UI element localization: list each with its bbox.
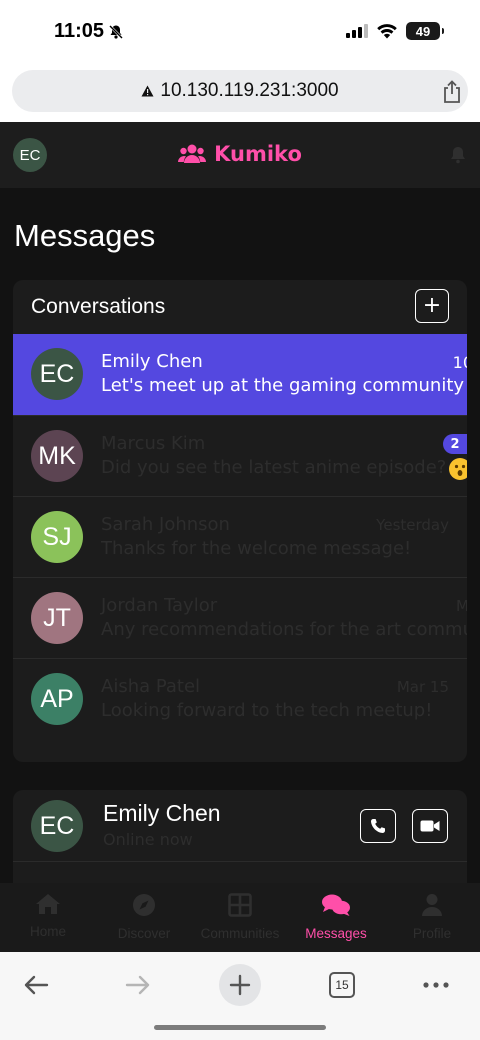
chat-contact-name: Emily Chen [103,800,221,826]
home-indicator [154,1025,326,1030]
conversation-preview: Thanks for the welcome message! [101,538,412,559]
conversation-name: Emily Chen [101,351,203,372]
conversation-name: Marcus Kim [101,433,206,454]
status-time: 11:05 [54,20,124,43]
nav-label: Home [29,924,66,939]
warning-icon [141,85,154,97]
video-camera-icon [420,820,440,832]
address-bar[interactable]: 10.130.119.231:3000 [12,70,468,112]
ellipsis-icon [423,982,449,988]
share-icon [444,80,460,103]
new-conversation-button[interactable]: + [415,289,449,323]
conversation-preview: Any recommendations for the art communit… [101,619,467,640]
unread-badge: 2 [443,434,467,454]
avatar: EC [31,348,83,400]
surprised-emoji-icon [449,458,467,480]
forward-button[interactable] [120,960,156,1010]
silent-bell-icon [109,24,123,39]
nav-item-communities[interactable]: Communities [192,883,288,952]
browser-toolbar: 15 [0,952,480,1040]
chat-divider [13,861,467,862]
conversations-title: Conversations [31,295,166,318]
status-bar: 11:05 49 [0,0,480,64]
conversation-name: Jordan Taylor [101,595,218,616]
nav-item-profile[interactable]: Profile [384,883,480,952]
tab-count: 15 [329,972,355,998]
plus-icon [219,964,261,1006]
conversation-time: 10 [452,353,467,372]
nav-item-messages[interactable]: Messages [288,883,384,952]
conversation-preview: Let's meet up at the gaming community ev… [101,375,467,396]
avatar: MK [31,430,83,482]
phone-icon [371,819,385,833]
user-icon [421,893,443,920]
conversation-list: EC Emily Chen Let's meet up at the gaming … [13,334,467,739]
conversation-time: Yesterday [376,516,449,534]
conversation-item[interactable]: MK Marcus Kim Did you see the latest anime… [13,415,467,496]
conversation-preview: Looking forward to the tech meetup! [101,700,433,721]
nav-item-home[interactable]: Home [0,883,96,952]
status-icons: 49 [346,22,444,40]
compass-icon [132,893,156,920]
arrow-left-icon [24,975,49,995]
chat-avatar: EC [31,800,83,852]
video-call-button[interactable] [412,809,448,843]
app-viewport: EC Kumiko Messages Conversations + EC Em… [0,122,480,952]
conversation-item[interactable]: AP Aisha Patel Looking forward to the tech… [13,658,467,739]
clock-text: 11:05 [54,20,105,42]
grid-icon [228,893,252,920]
conversation-preview: Did you see the latest anime episode? [101,457,447,478]
conversations-header: Conversations + [13,280,467,334]
conversation-item[interactable]: SJ Sarah Johnson Thanks for the welcome me… [13,496,467,577]
conversation-name: Aisha Patel [101,676,201,697]
conversation-item[interactable]: EC Emily Chen Let's meet up at the gaming … [13,334,467,415]
nav-label: Discover [117,926,171,941]
page-title: Messages [14,218,156,253]
chat-bubbles-icon [321,893,351,920]
browser-address-area: 10.130.119.231:3000 [0,64,480,122]
tabs-button[interactable]: 15 [328,960,356,1010]
brand-name: Kumiko [214,142,302,166]
nav-label: Profile [412,926,452,941]
nav-label: Communities [200,926,280,941]
avatar: JT [31,592,83,644]
more-button[interactable] [420,960,452,1010]
arrow-right-icon [125,975,150,995]
back-button[interactable] [18,960,54,1010]
share-button[interactable] [438,78,466,106]
cellular-signal-icon [346,24,368,38]
conversations-panel: Conversations + EC Emily Chen Let's meet u… [13,280,467,762]
nav-label: Messages [305,926,367,941]
bell-icon [451,147,465,164]
avatar: SJ [31,511,83,563]
wifi-icon [377,24,397,39]
notifications-button[interactable] [450,146,466,168]
conversation-item[interactable]: JT Jordan Taylor Any recommendations for t… [13,577,467,658]
battery-indicator: 49 [406,22,444,40]
brand-logo[interactable]: Kumiko [0,142,480,166]
conversation-time: Mar 15 [396,678,449,696]
voice-call-button[interactable] [360,809,396,843]
nav-item-discover[interactable]: Discover [96,883,192,952]
new-tab-button[interactable] [218,960,262,1010]
users-icon [178,144,207,163]
chat-status: Online now [103,830,193,849]
home-icon [35,893,61,918]
avatar: AP [31,673,83,725]
conversation-time: M [456,597,467,615]
app-header: EC Kumiko [0,122,480,188]
bottom-navigation: Home Discover Communities Messages Profile [0,883,480,952]
conversation-name: Sarah Johnson [101,514,230,535]
url-text: 10.130.119.231:3000 [160,80,339,101]
